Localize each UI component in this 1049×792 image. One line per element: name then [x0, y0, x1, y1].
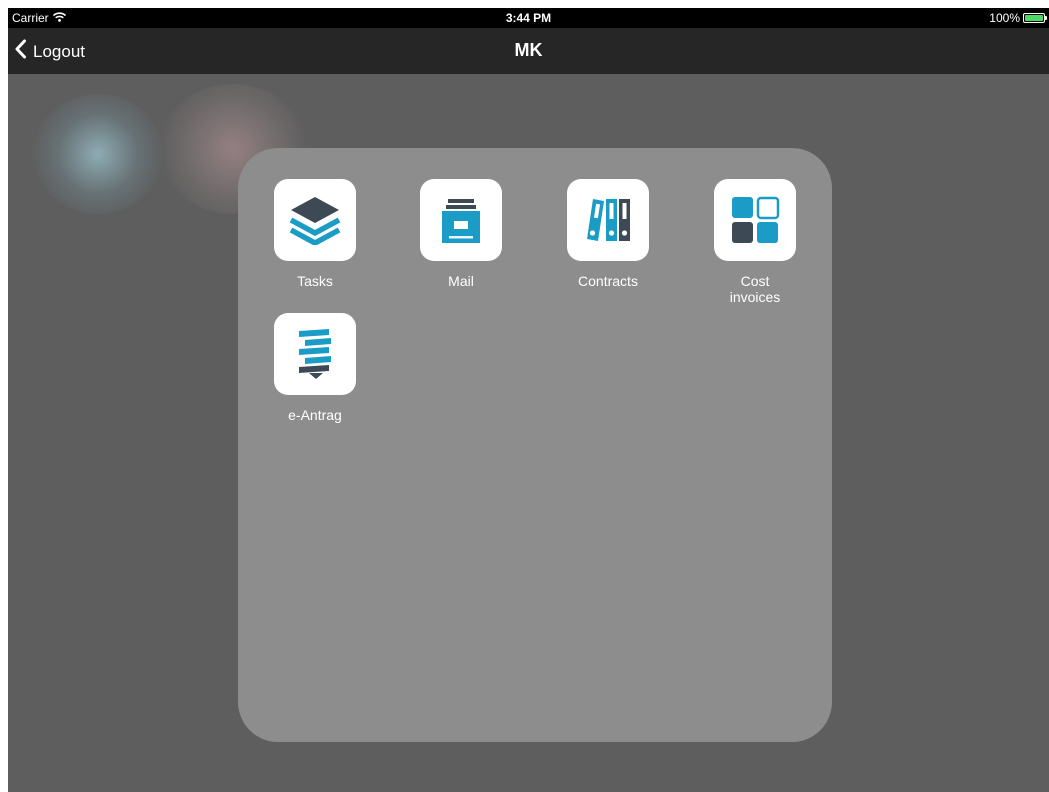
app-tile-contracts[interactable]: Contracts — [558, 179, 658, 289]
ipad-screen: Carrier 3:44 PM 100% Logout MK Tasks Mai… — [8, 8, 1049, 792]
app-tile-tasks[interactable]: Tasks — [265, 179, 365, 289]
stacked-forms-icon — [274, 313, 356, 395]
app-label: Cost invoices — [729, 273, 781, 305]
file-cabinet-icon — [420, 179, 502, 261]
blurred-background-shape — [33, 94, 163, 214]
app-tile-e-antrag[interactable]: e-Antrag — [265, 313, 365, 423]
status-time: 3:44 PM — [505, 11, 552, 25]
tiles-icon — [714, 179, 796, 261]
battery-percent: 100% — [989, 11, 1020, 25]
app-tile-mail[interactable]: Mail — [411, 179, 511, 289]
app-label: Mail — [448, 273, 474, 289]
navigation-bar: Logout MK — [8, 28, 1049, 74]
app-label: Tasks — [297, 273, 333, 289]
app-label: Contracts — [578, 273, 638, 289]
home-content: Tasks Mail Contracts Cost invoices e-Ant… — [8, 74, 1049, 792]
status-right: 100% — [989, 11, 1047, 25]
status-bar: Carrier 3:44 PM 100% — [8, 8, 1049, 28]
battery-icon — [1023, 13, 1047, 23]
app-tile-cost-invoices[interactable]: Cost invoices — [705, 179, 805, 305]
binders-icon — [567, 179, 649, 261]
battery-fill — [1025, 15, 1043, 21]
app-label: e-Antrag — [288, 407, 342, 423]
layers-icon — [274, 179, 356, 261]
app-folder-panel: Tasks Mail Contracts Cost invoices e-Ant… — [238, 148, 832, 742]
page-title: MK — [514, 40, 543, 60]
